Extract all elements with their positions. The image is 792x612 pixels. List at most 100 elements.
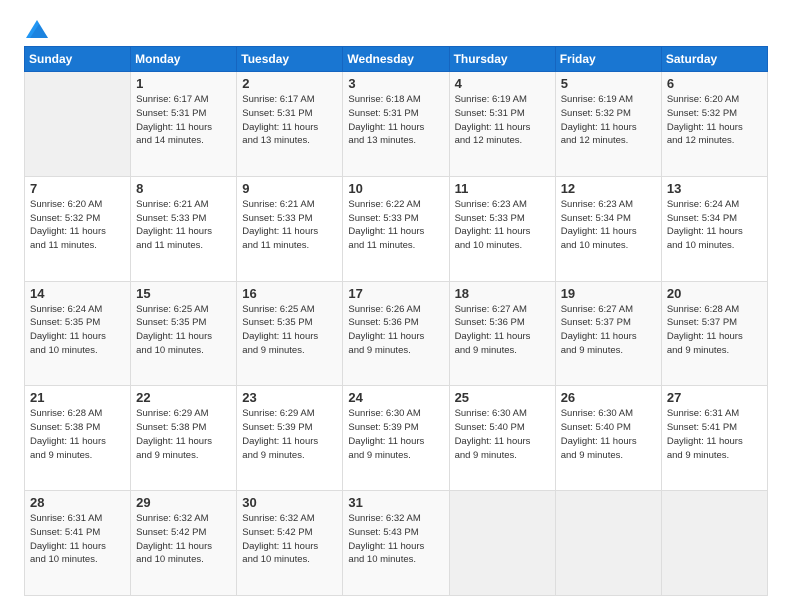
day-number: 21: [30, 390, 125, 405]
calendar-cell: 25 Sunrise: 6:30 AMSunset: 5:40 PMDayligh…: [449, 386, 555, 491]
calendar-cell: 15 Sunrise: 6:25 AMSunset: 5:35 PMDayligh…: [131, 281, 237, 386]
day-number: 8: [136, 181, 231, 196]
day-number: 22: [136, 390, 231, 405]
header-day-sunday: Sunday: [25, 47, 131, 72]
day-number: 30: [242, 495, 337, 510]
day-number: 26: [561, 390, 656, 405]
day-number: 16: [242, 286, 337, 301]
day-info: Sunrise: 6:27 AMSunset: 5:37 PMDaylight:…: [561, 303, 656, 358]
day-info: Sunrise: 6:22 AMSunset: 5:33 PMDaylight:…: [348, 198, 443, 253]
day-number: 4: [455, 76, 550, 91]
day-info: Sunrise: 6:17 AMSunset: 5:31 PMDaylight:…: [242, 93, 337, 148]
day-info: Sunrise: 6:30 AMSunset: 5:40 PMDaylight:…: [455, 407, 550, 462]
calendar-cell: 12 Sunrise: 6:23 AMSunset: 5:34 PMDayligh…: [555, 176, 661, 281]
header-day-wednesday: Wednesday: [343, 47, 449, 72]
calendar-cell: 18 Sunrise: 6:27 AMSunset: 5:36 PMDayligh…: [449, 281, 555, 386]
calendar-header-row: SundayMondayTuesdayWednesdayThursdayFrid…: [25, 47, 768, 72]
day-info: Sunrise: 6:31 AMSunset: 5:41 PMDaylight:…: [667, 407, 762, 462]
day-number: 27: [667, 390, 762, 405]
header-day-saturday: Saturday: [661, 47, 767, 72]
day-info: Sunrise: 6:31 AMSunset: 5:41 PMDaylight:…: [30, 512, 125, 567]
day-number: 17: [348, 286, 443, 301]
day-info: Sunrise: 6:21 AMSunset: 5:33 PMDaylight:…: [136, 198, 231, 253]
calendar-cell: 9 Sunrise: 6:21 AMSunset: 5:33 PMDaylight…: [237, 176, 343, 281]
day-number: 12: [561, 181, 656, 196]
calendar-cell: 3 Sunrise: 6:18 AMSunset: 5:31 PMDaylight…: [343, 72, 449, 177]
calendar-cell: 11 Sunrise: 6:23 AMSunset: 5:33 PMDayligh…: [449, 176, 555, 281]
day-number: 25: [455, 390, 550, 405]
day-number: 20: [667, 286, 762, 301]
day-number: 23: [242, 390, 337, 405]
day-info: Sunrise: 6:20 AMSunset: 5:32 PMDaylight:…: [667, 93, 762, 148]
day-number: 18: [455, 286, 550, 301]
calendar-cell: [661, 491, 767, 596]
calendar-cell: 4 Sunrise: 6:19 AMSunset: 5:31 PMDaylight…: [449, 72, 555, 177]
calendar-cell: 31Sunrise: 6:32 AMSunset: 5:43 PMDayligh…: [343, 491, 449, 596]
day-info: Sunrise: 6:19 AMSunset: 5:32 PMDaylight:…: [561, 93, 656, 148]
day-number: 10: [348, 181, 443, 196]
day-info: Sunrise: 6:27 AMSunset: 5:36 PMDaylight:…: [455, 303, 550, 358]
header-day-friday: Friday: [555, 47, 661, 72]
day-number: 14: [30, 286, 125, 301]
day-info: Sunrise: 6:19 AMSunset: 5:31 PMDaylight:…: [455, 93, 550, 148]
day-number: 9: [242, 181, 337, 196]
day-number: 7: [30, 181, 125, 196]
calendar-cell: [555, 491, 661, 596]
day-info: Sunrise: 6:32 AMSunset: 5:43 PMDaylight:…: [348, 512, 443, 567]
calendar-cell: 8 Sunrise: 6:21 AMSunset: 5:33 PMDaylight…: [131, 176, 237, 281]
day-info: Sunrise: 6:23 AMSunset: 5:33 PMDaylight:…: [455, 198, 550, 253]
calendar-cell: 28 Sunrise: 6:31 AMSunset: 5:41 PMDayligh…: [25, 491, 131, 596]
day-info: Sunrise: 6:28 AMSunset: 5:37 PMDaylight:…: [667, 303, 762, 358]
calendar-cell: 17 Sunrise: 6:26 AMSunset: 5:36 PMDayligh…: [343, 281, 449, 386]
day-info: Sunrise: 6:24 AMSunset: 5:35 PMDaylight:…: [30, 303, 125, 358]
calendar-cell: 26 Sunrise: 6:30 AMSunset: 5:40 PMDayligh…: [555, 386, 661, 491]
day-info: Sunrise: 6:28 AMSunset: 5:38 PMDaylight:…: [30, 407, 125, 462]
day-number: 15: [136, 286, 231, 301]
day-info: Sunrise: 6:20 AMSunset: 5:32 PMDaylight:…: [30, 198, 125, 253]
logo-icon: [26, 20, 48, 38]
day-info: Sunrise: 6:25 AMSunset: 5:35 PMDaylight:…: [136, 303, 231, 358]
calendar-cell: 14 Sunrise: 6:24 AMSunset: 5:35 PMDayligh…: [25, 281, 131, 386]
day-info: Sunrise: 6:23 AMSunset: 5:34 PMDaylight:…: [561, 198, 656, 253]
day-info: Sunrise: 6:26 AMSunset: 5:36 PMDaylight:…: [348, 303, 443, 358]
calendar-cell: 24Sunrise: 6:30 AMSunset: 5:39 PMDayligh…: [343, 386, 449, 491]
day-number: 6: [667, 76, 762, 91]
day-number: 29: [136, 495, 231, 510]
day-info: Sunrise: 6:21 AMSunset: 5:33 PMDaylight:…: [242, 198, 337, 253]
day-info: Sunrise: 6:25 AMSunset: 5:35 PMDaylight:…: [242, 303, 337, 358]
day-number: 24: [348, 390, 443, 405]
day-number: 11: [455, 181, 550, 196]
day-number: 5: [561, 76, 656, 91]
calendar-cell: 20 Sunrise: 6:28 AMSunset: 5:37 PMDayligh…: [661, 281, 767, 386]
day-number: 28: [30, 495, 125, 510]
day-info: Sunrise: 6:18 AMSunset: 5:31 PMDaylight:…: [348, 93, 443, 148]
calendar-cell: 30Sunrise: 6:32 AMSunset: 5:42 PMDayligh…: [237, 491, 343, 596]
day-info: Sunrise: 6:30 AMSunset: 5:40 PMDaylight:…: [561, 407, 656, 462]
calendar-cell: 6 Sunrise: 6:20 AMSunset: 5:32 PMDaylight…: [661, 72, 767, 177]
day-info: Sunrise: 6:17 AMSunset: 5:31 PMDaylight:…: [136, 93, 231, 148]
calendar-cell: 7 Sunrise: 6:20 AMSunset: 5:32 PMDaylight…: [25, 176, 131, 281]
calendar-cell: 21 Sunrise: 6:28 AMSunset: 5:38 PMDayligh…: [25, 386, 131, 491]
calendar-week-1: 1 Sunrise: 6:17 AMSunset: 5:31 PMDaylight…: [25, 72, 768, 177]
day-number: 2: [242, 76, 337, 91]
day-number: 1: [136, 76, 231, 91]
calendar-cell: 16 Sunrise: 6:25 AMSunset: 5:35 PMDayligh…: [237, 281, 343, 386]
calendar-cell: 27 Sunrise: 6:31 AMSunset: 5:41 PMDayligh…: [661, 386, 767, 491]
calendar-cell: 29 Sunrise: 6:32 AMSunset: 5:42 PMDayligh…: [131, 491, 237, 596]
day-info: Sunrise: 6:32 AMSunset: 5:42 PMDaylight:…: [136, 512, 231, 567]
calendar-cell: 2 Sunrise: 6:17 AMSunset: 5:31 PMDaylight…: [237, 72, 343, 177]
calendar-week-2: 7 Sunrise: 6:20 AMSunset: 5:32 PMDaylight…: [25, 176, 768, 281]
header-day-monday: Monday: [131, 47, 237, 72]
calendar-cell: 19Sunrise: 6:27 AMSunset: 5:37 PMDayligh…: [555, 281, 661, 386]
calendar-cell: 13 Sunrise: 6:24 AMSunset: 5:34 PMDayligh…: [661, 176, 767, 281]
day-number: 13: [667, 181, 762, 196]
page: SundayMondayTuesdayWednesdayThursdayFrid…: [0, 0, 792, 612]
calendar-cell: [25, 72, 131, 177]
calendar-cell: 23Sunrise: 6:29 AMSunset: 5:39 PMDayligh…: [237, 386, 343, 491]
day-info: Sunrise: 6:24 AMSunset: 5:34 PMDaylight:…: [667, 198, 762, 253]
day-number: 3: [348, 76, 443, 91]
calendar-week-3: 14 Sunrise: 6:24 AMSunset: 5:35 PMDayligh…: [25, 281, 768, 386]
logo: [24, 20, 48, 38]
calendar-week-4: 21 Sunrise: 6:28 AMSunset: 5:38 PMDayligh…: [25, 386, 768, 491]
calendar-table: SundayMondayTuesdayWednesdayThursdayFrid…: [24, 46, 768, 596]
